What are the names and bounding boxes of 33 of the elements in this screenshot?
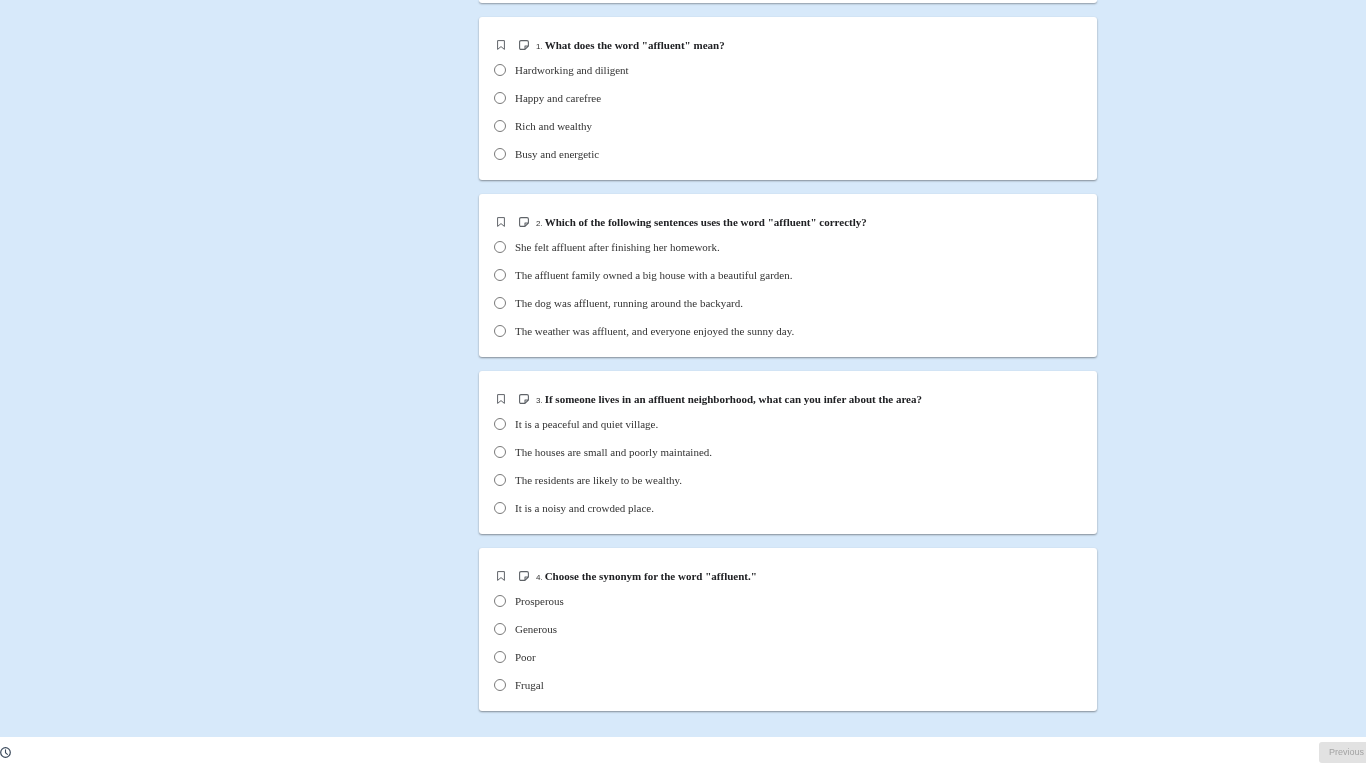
bookmark-icon[interactable]: [497, 40, 505, 50]
note-icon[interactable]: [519, 217, 529, 227]
note-icon[interactable]: [519, 571, 529, 581]
option-label[interactable]: Poor: [515, 648, 536, 666]
question-number: 2.: [536, 219, 543, 228]
question-text: What does the word "affluent" mean?: [544, 37, 725, 53]
option-label[interactable]: Happy and carefree: [515, 89, 602, 107]
bookmark-icon[interactable]: [497, 217, 505, 227]
option-label[interactable]: Generous: [515, 620, 558, 638]
clock-icon[interactable]: [0, 747, 11, 758]
question-number: 4.: [536, 573, 543, 582]
option-label[interactable]: Prosperous: [515, 592, 564, 610]
question-text: Which of the following sentences uses the word "affluent" correctly?: [544, 214, 867, 230]
option-label[interactable]: She felt affluent after finishing her homework.: [515, 238, 720, 256]
option-label[interactable]: Frugal: [515, 676, 544, 694]
question-text: If someone lives in an affluent neighborhood, what can you infer about the area?: [544, 391, 922, 407]
bookmark-icon[interactable]: [497, 571, 505, 581]
option-label[interactable]: The dog was affluent, running around the backyard.: [515, 294, 743, 312]
option-label[interactable]: Busy and energetic: [515, 145, 600, 163]
question-number: 1.: [536, 42, 543, 51]
note-icon[interactable]: [519, 40, 529, 50]
option-label[interactable]: Rich and wealthy: [515, 117, 592, 135]
option-label[interactable]: It is a peaceful and quiet village.: [515, 415, 659, 433]
bookmark-icon[interactable]: [497, 394, 505, 404]
option-label[interactable]: The weather was affluent, and everyone enjoyed the sunny day.: [515, 322, 795, 340]
question-text: Choose the synonym for the word "affluent.": [544, 568, 757, 584]
option-label[interactable]: The affluent family owned a big house with a beautiful garden.: [515, 266, 793, 284]
option-label[interactable]: The residents are likely to be wealthy.: [515, 471, 682, 489]
option-label[interactable]: It is a noisy and crowded place.: [515, 499, 654, 517]
question-number: 3.: [536, 396, 543, 405]
option-label[interactable]: The houses are small and poorly maintained.: [515, 443, 713, 461]
option-label[interactable]: Hardworking and diligent: [515, 61, 629, 79]
note-icon[interactable]: [519, 394, 529, 404]
